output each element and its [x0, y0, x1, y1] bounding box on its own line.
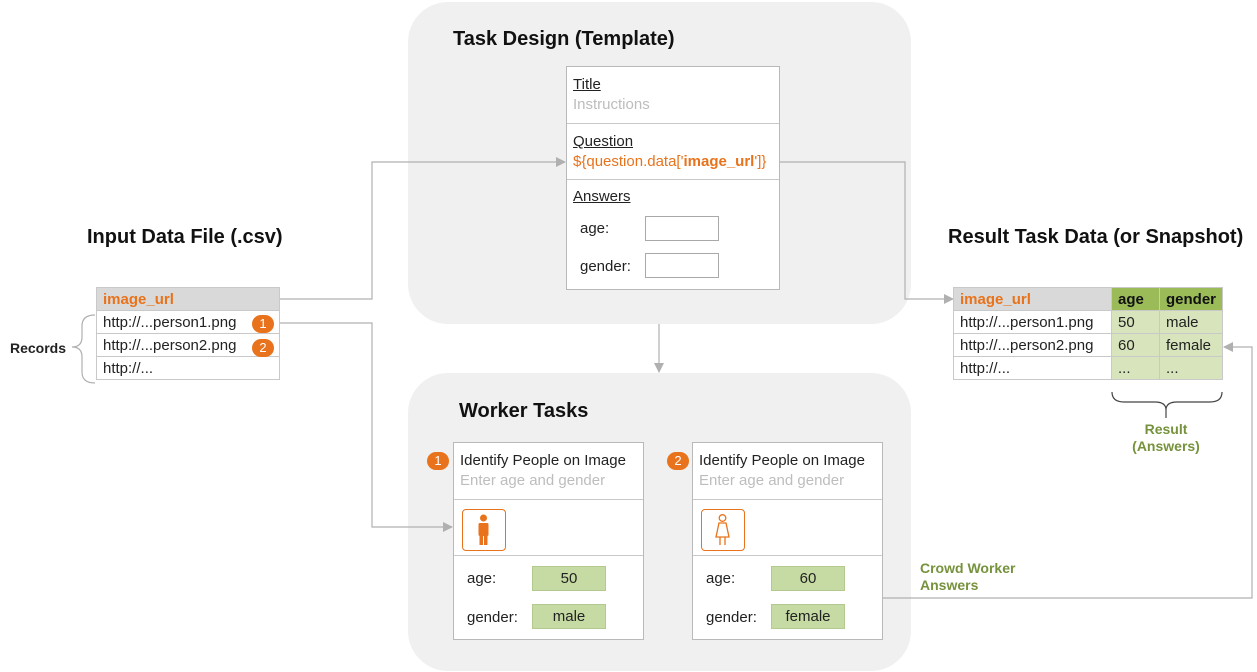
task-badge-1: 1 — [427, 452, 449, 470]
result-cell: ... — [1111, 356, 1160, 380]
result-brace — [1111, 391, 1223, 411]
template-gender-input[interactable] — [645, 253, 719, 278]
result-title: Result Task Data (or Snapshot) — [948, 226, 1244, 248]
task-age-value[interactable]: 60 — [771, 566, 845, 591]
result-cell: female — [1158, 333, 1224, 357]
task-title: Identify People on Image — [460, 452, 626, 469]
records-label: Records — [10, 340, 67, 356]
worker-task-card-1[interactable]: Identify People on Image Enter age and g… — [453, 442, 644, 640]
template-answers-label: Answers — [573, 188, 631, 205]
template-gender-label: gender: — [580, 258, 631, 275]
result-cell: 60 — [1111, 333, 1160, 357]
result-answers-label: Result (Answers) — [1132, 421, 1200, 454]
result-header-gender: gender — [1158, 287, 1224, 311]
task-design-title: Task Design (Template) — [453, 28, 675, 50]
result-header-age: age — [1111, 287, 1160, 311]
task-age-label: age: — [467, 570, 497, 587]
record-badge-1: 1 — [252, 315, 274, 333]
worker-task-card-2[interactable]: Identify People on Image Enter age and g… — [692, 442, 883, 640]
task-age-value[interactable]: 50 — [532, 566, 606, 591]
task-gender-value[interactable]: female — [771, 604, 845, 629]
input-to-template-arrow — [279, 157, 566, 300]
task-gender-value[interactable]: male — [532, 604, 606, 629]
task-age-label: age: — [706, 570, 736, 587]
input-file-title: Input Data File (.csv) — [87, 226, 283, 248]
input-row: http://... — [96, 356, 280, 380]
crowd-worker-answers-label: Crowd Worker Answers — [920, 560, 1016, 593]
female-person-icon — [701, 509, 745, 551]
result-cell: 50 — [1111, 310, 1160, 334]
task-badge-2: 2 — [667, 452, 689, 470]
template-to-result-arrow — [780, 161, 954, 304]
result-cell: http://...person2.png — [953, 333, 1112, 357]
task-gender-label: gender: — [467, 609, 518, 626]
result-cell: male — [1158, 310, 1224, 334]
male-person-icon — [462, 509, 506, 551]
result-cell: http://...person1.png — [953, 310, 1112, 334]
record-to-task-arrow — [279, 322, 453, 532]
template-question-label: Question — [573, 133, 634, 150]
template-box: Title Instructions Question ${question.d… — [566, 66, 780, 290]
records-brace — [71, 314, 96, 384]
task-gender-label: gender: — [706, 609, 757, 626]
template-age-input[interactable] — [645, 216, 719, 241]
result-table: image_url age gender http://...person1.p… — [953, 287, 1224, 380]
template-question-expression: ${question.data['image_url']} — [573, 153, 767, 170]
record-badge-2: 2 — [252, 339, 274, 357]
task-instructions: Enter age and gender — [699, 472, 845, 489]
template-instructions-label: Instructions — [573, 96, 650, 113]
result-header-image-url: image_url — [953, 287, 1112, 311]
template-title-label: Title — [573, 76, 601, 93]
task-instructions: Enter age and gender — [460, 472, 606, 489]
input-header-image-url: image_url — [96, 287, 280, 311]
template-age-label: age: — [580, 220, 610, 237]
result-cell: ... — [1158, 356, 1224, 380]
task-title: Identify People on Image — [699, 452, 865, 469]
result-cell: http://... — [953, 356, 1112, 380]
worker-tasks-title: Worker Tasks — [459, 400, 589, 422]
input-table: image_url http://...person1.png http://.… — [96, 287, 280, 380]
